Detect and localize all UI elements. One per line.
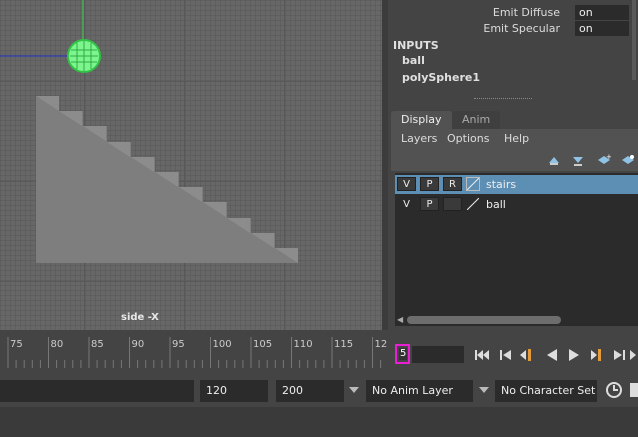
end-time-field[interactable]: 120 [200, 380, 268, 402]
max-time-field[interactable]: 200 [276, 380, 344, 402]
attr-row-emit-diffuse: Emit Diffuse on [388, 5, 638, 21]
auto-key-icon[interactable] [628, 381, 638, 399]
character-set-dropdown-icon[interactable] [479, 387, 489, 393]
layer-editor: Display Anim Layers Options Help + V P R… [391, 111, 638, 330]
tick-label: 105 [253, 339, 273, 350]
go-to-end-icon[interactable] [630, 346, 638, 364]
play-forwards-icon[interactable] [565, 346, 583, 364]
tick-label: 90 [131, 339, 145, 350]
layer-row-ball[interactable]: V P ball [395, 195, 638, 214]
tick-label: 85 [91, 339, 104, 350]
tick-label: 95 [172, 339, 185, 350]
scroll-left-icon[interactable]: ◀ [397, 315, 403, 324]
create-layer-from-selected-icon[interactable] [621, 153, 635, 167]
divider-dots[interactable] [474, 98, 532, 99]
view-label: side -X [121, 312, 159, 323]
attr-value-field[interactable]: on [575, 21, 629, 36]
move-layer-up-icon[interactable] [547, 153, 561, 167]
layer-list: V P R stairs V P ball [395, 173, 638, 313]
step-back-frame-icon[interactable] [497, 346, 515, 364]
menu-layers[interactable]: Layers [401, 132, 437, 145]
command-line-bar[interactable] [0, 407, 638, 437]
layer-list-hscrollbar[interactable]: ◀ [395, 313, 638, 326]
inputs-heading: INPUTS [393, 39, 439, 52]
tick-label: 80 [50, 339, 64, 350]
time-slider[interactable]: 75 80 85 90 95 100 105 110 115 12 [0, 333, 390, 370]
input-item-polysphere[interactable]: polySphere1 [402, 71, 480, 84]
visibility-toggle[interactable]: V [397, 177, 416, 191]
svg-text:+: + [606, 153, 611, 161]
viewport-canvas[interactable] [0, 0, 382, 330]
attr-label: Emit Specular [483, 22, 560, 35]
create-layer-icon[interactable]: + [597, 153, 611, 167]
layer-name: stairs [486, 178, 517, 191]
menu-options[interactable]: Options [447, 132, 489, 145]
tick-label: 75 [10, 339, 23, 350]
attr-row-emit-specular: Emit Specular on [388, 21, 638, 37]
tick-label: 100 [212, 339, 232, 350]
range-slider-bar: 120 200 No Anim Layer No Character Set [0, 375, 638, 407]
tab-anim[interactable]: Anim [452, 111, 501, 129]
current-frame-value: 5 [399, 348, 408, 360]
side-viewport[interactable]: side -X [0, 0, 382, 330]
range-slider[interactable] [0, 380, 194, 402]
tick-label: 115 [334, 339, 354, 350]
display-type-toggle[interactable]: R [443, 177, 462, 191]
channel-box-scrollbar[interactable] [632, 0, 636, 80]
animation-preferences-icon[interactable] [605, 381, 623, 399]
tick-label: 12 [374, 339, 388, 350]
scrollbar-thumb[interactable] [407, 316, 561, 324]
attr-value-field[interactable]: on [575, 5, 629, 20]
visibility-toggle[interactable]: V [397, 197, 416, 211]
display-type-toggle[interactable] [443, 197, 462, 211]
tab-display[interactable]: Display [391, 111, 452, 129]
step-back-key-icon[interactable] [518, 346, 536, 364]
menu-help[interactable]: Help [504, 132, 529, 145]
layer-menu-bar: Layers Options Help [391, 129, 638, 149]
step-forward-frame-icon[interactable] [610, 346, 628, 364]
layer-toolbar: + [391, 149, 638, 171]
playback-toggle[interactable]: P [420, 197, 439, 211]
attr-label: Emit Diffuse [492, 6, 560, 19]
current-frame-box[interactable]: 5 [395, 344, 410, 364]
anim-layer-dropdown-icon[interactable] [349, 387, 359, 393]
step-forward-key-icon[interactable] [588, 346, 606, 364]
go-to-start-icon[interactable] [473, 346, 491, 364]
ball-mesh [67, 39, 101, 73]
layer-color-swatch[interactable] [466, 177, 480, 191]
layer-row-stairs[interactable]: V P R stairs [395, 175, 638, 194]
input-item-ball[interactable]: ball [402, 54, 425, 67]
layer-name: ball [486, 198, 506, 211]
current-time-field[interactable] [412, 346, 464, 363]
play-backwards-icon[interactable] [543, 346, 561, 364]
playback-toggle[interactable]: P [420, 177, 439, 191]
character-set-dropdown[interactable]: No Character Set [495, 380, 597, 402]
tick-label: 110 [293, 339, 313, 350]
anim-layer-dropdown[interactable]: No Anim Layer [366, 380, 473, 402]
layer-color-swatch[interactable] [466, 197, 480, 211]
move-layer-down-icon[interactable] [571, 153, 585, 167]
